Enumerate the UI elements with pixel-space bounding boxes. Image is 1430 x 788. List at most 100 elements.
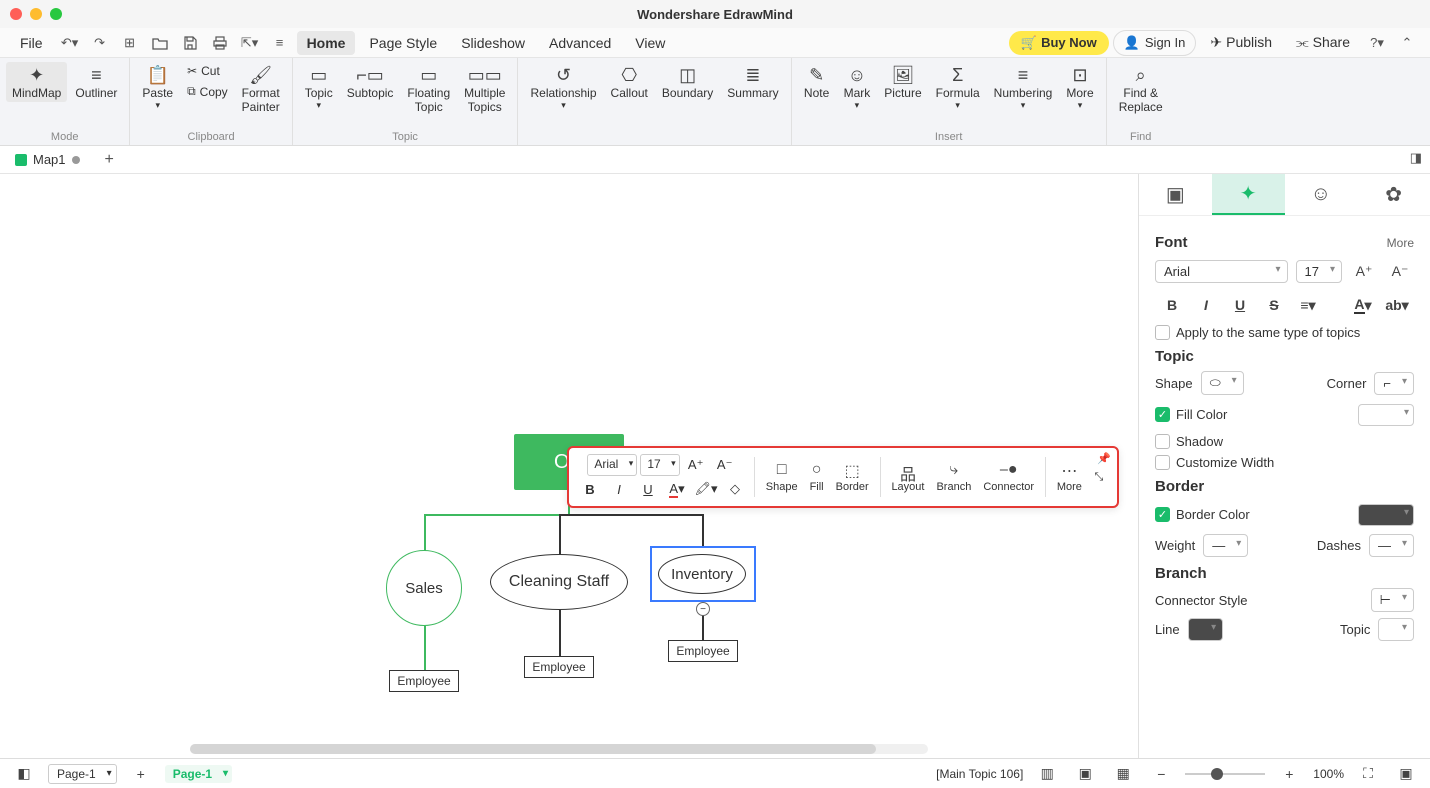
float-branch[interactable]: ⤷Branch (931, 461, 976, 493)
publish-button[interactable]: ✈Publish (1200, 30, 1282, 55)
fill-color-checkbox[interactable]: ✓Fill Color (1155, 407, 1227, 422)
zoom-in-button[interactable]: + (1275, 760, 1303, 788)
float-connector[interactable]: ⎯●Connector (978, 461, 1039, 493)
increase-font-button[interactable]: A⁺ (1350, 257, 1378, 285)
print-button[interactable] (207, 30, 233, 56)
undo-button[interactable]: ↶▾ (57, 30, 83, 56)
open-button[interactable] (147, 30, 173, 56)
note-button[interactable]: ✎Note (798, 62, 836, 102)
shadow-checkbox[interactable]: Shadow (1155, 434, 1414, 449)
mark-button[interactable]: ☺Mark▾ (838, 62, 877, 113)
side-tab-marks[interactable]: ☺ (1285, 174, 1358, 215)
strike-button[interactable]: S (1257, 291, 1291, 319)
canvas[interactable]: Ow Sales Cleaning Staff Inventory − Empl… (0, 174, 1138, 758)
numbering-button[interactable]: ≡Numbering▾ (988, 62, 1059, 113)
float-bold[interactable]: B (577, 478, 603, 500)
connector-style-select[interactable]: ⊢ (1371, 588, 1414, 612)
float-highlight[interactable]: 🖍▾ (693, 478, 719, 500)
cut-button[interactable]: ✂Cut (181, 62, 234, 80)
view-mode-2[interactable]: ▣ (1071, 760, 1099, 788)
fit-page-button[interactable]: ⛶ (1354, 760, 1382, 788)
paste-button[interactable]: 📋Paste▾ (136, 62, 179, 113)
copy-button[interactable]: ⧉Copy (181, 82, 234, 101)
node-employee-3[interactable]: Employee (668, 640, 738, 662)
fill-color-chip[interactable] (1358, 404, 1414, 426)
case-button[interactable]: ab▾ (1380, 291, 1414, 319)
font-color-button[interactable]: A▾ (1346, 291, 1380, 319)
picture-button[interactable]: 🖼Picture (878, 62, 927, 102)
float-italic[interactable]: I (606, 478, 632, 500)
collapse-toggle[interactable]: − (696, 602, 710, 616)
align-button[interactable]: ≡▾ (1291, 291, 1325, 319)
border-color-chip[interactable] (1358, 504, 1414, 526)
float-layout[interactable]: 品Layout (886, 461, 929, 493)
panel-left-icon[interactable]: ◧ (10, 760, 38, 788)
share-button[interactable]: ⫘Share (1286, 30, 1360, 55)
menu-home[interactable]: Home (297, 31, 356, 55)
dashes-select[interactable]: — (1369, 534, 1414, 557)
corner-select[interactable]: ⌐ (1374, 372, 1414, 395)
summary-button[interactable]: ≣Summary (721, 62, 784, 102)
outliner-mode-button[interactable]: ≡Outliner (69, 62, 123, 102)
zoom-out-button[interactable]: − (1147, 760, 1175, 788)
doc-tab-map1[interactable]: Map1 (6, 147, 95, 172)
side-tab-outline[interactable]: ▣ (1139, 174, 1212, 215)
underline-button[interactable]: U (1223, 291, 1257, 319)
border-color-checkbox[interactable]: ✓Border Color (1155, 507, 1250, 522)
save-button[interactable] (177, 30, 203, 56)
buy-now-button[interactable]: 🛒Buy Now (1009, 31, 1109, 55)
close-window-button[interactable] (10, 8, 22, 20)
node-sales[interactable]: Sales (386, 550, 462, 626)
node-cleaning[interactable]: Cleaning Staff (490, 554, 628, 610)
multiple-topics-button[interactable]: ▭▭Multiple Topics (458, 62, 511, 117)
font-size-select[interactable]: 17 (1296, 260, 1342, 283)
font-more[interactable]: More (1387, 236, 1414, 250)
relationship-button[interactable]: ↺Relationship▾ (524, 62, 602, 113)
floating-topic-button[interactable]: ▭Floating Topic (401, 62, 456, 117)
float-more[interactable]: ⋯More (1052, 461, 1087, 493)
page-select[interactable]: Page-1 (48, 764, 117, 784)
side-tab-icons[interactable]: ✿ (1357, 174, 1430, 215)
node-employee-2[interactable]: Employee (524, 656, 594, 678)
float-size-select[interactable]: 17 (640, 454, 679, 476)
find-replace-button[interactable]: ⌕Find & Replace (1113, 62, 1169, 117)
maximize-window-button[interactable] (50, 8, 62, 20)
float-increase-font[interactable]: A⁺ (683, 454, 709, 476)
font-family-select[interactable]: Arial (1155, 260, 1288, 283)
branch-topic-select[interactable] (1378, 618, 1414, 641)
bold-button[interactable]: B (1155, 291, 1189, 319)
formula-button[interactable]: ΣFormula▾ (930, 62, 986, 113)
decrease-font-button[interactable]: A⁻ (1386, 257, 1414, 285)
side-tab-style[interactable]: ✦ (1212, 174, 1285, 215)
float-font-select[interactable]: Arial (587, 454, 637, 476)
line-color-select[interactable] (1188, 618, 1224, 641)
shape-select[interactable]: ⬭ (1201, 371, 1244, 395)
insert-more-button[interactable]: ⊡More▾ (1060, 62, 1099, 113)
help-button[interactable]: ?▾ (1364, 30, 1390, 56)
apply-same-checkbox[interactable]: Apply to the same type of topics (1155, 325, 1414, 340)
italic-button[interactable]: I (1189, 291, 1223, 319)
node-employee-1[interactable]: Employee (389, 670, 459, 692)
float-shape[interactable]: □Shape (761, 461, 803, 493)
weight-select[interactable]: — (1203, 534, 1248, 557)
menu-view[interactable]: View (625, 31, 675, 55)
minimize-window-button[interactable] (30, 8, 42, 20)
zoom-slider[interactable] (1185, 773, 1265, 775)
horizontal-scrollbar[interactable] (190, 744, 928, 754)
float-expand[interactable]: ⤡ (1089, 466, 1109, 488)
topic-button[interactable]: ▭Topic▾ (299, 62, 339, 113)
pin-icon[interactable]: 📌 (1097, 452, 1111, 465)
custom-width-checkbox[interactable]: Customize Width (1155, 455, 1414, 470)
menu-file[interactable]: File (10, 31, 53, 55)
redo-button[interactable]: ↷ (87, 30, 113, 56)
minimap-button[interactable]: ▣ (1392, 760, 1420, 788)
subtopic-button[interactable]: ⌐▭Subtopic (341, 62, 400, 102)
more-quick-button[interactable]: ≡ (267, 30, 293, 56)
menu-page-style[interactable]: Page Style (359, 31, 447, 55)
page-tab-active[interactable]: Page-1 (165, 765, 232, 783)
float-fill[interactable]: ○Fill (805, 461, 829, 493)
menu-advanced[interactable]: Advanced (539, 31, 621, 55)
new-button[interactable]: ⊞ (117, 30, 143, 56)
toggle-panel-button[interactable]: ◨ (1410, 150, 1422, 166)
boundary-button[interactable]: ◫Boundary (656, 62, 719, 102)
